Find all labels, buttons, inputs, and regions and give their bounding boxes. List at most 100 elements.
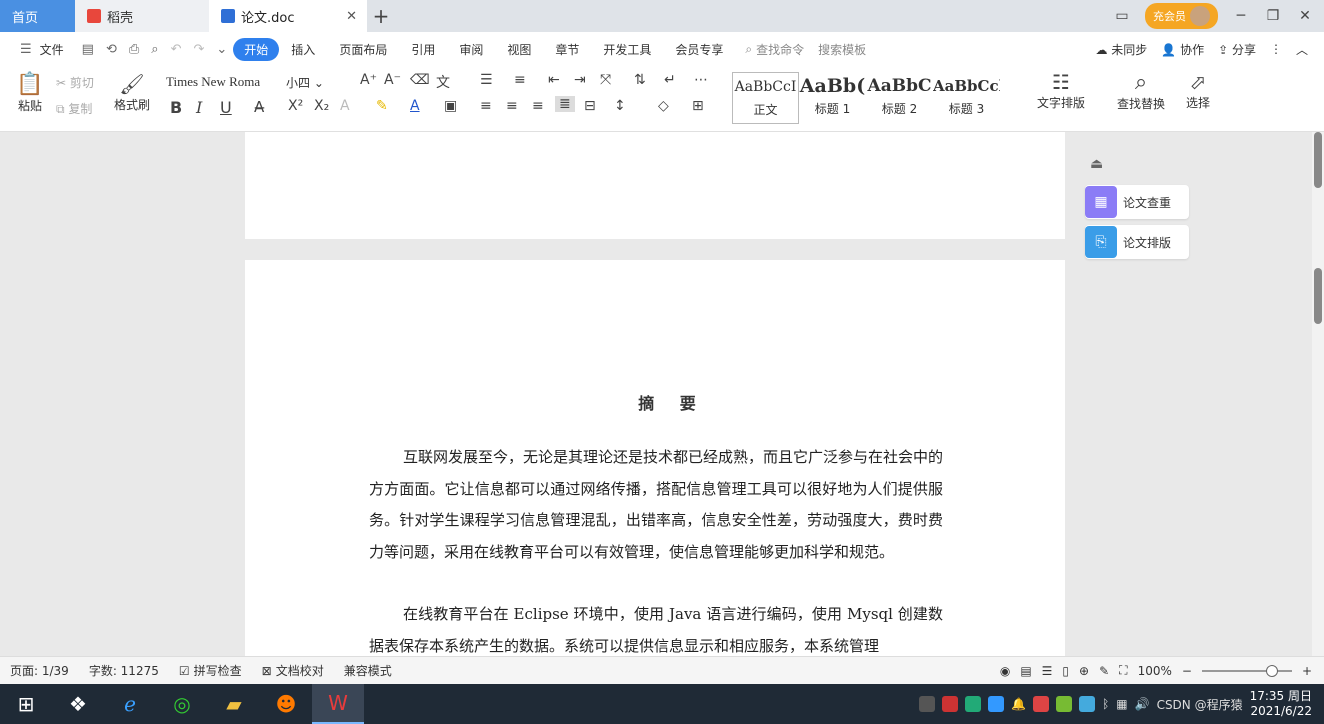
network-icon[interactable]: ▦ [1116, 697, 1127, 711]
copy-button[interactable]: ⧉ 复制 [56, 100, 92, 117]
new-tab-button[interactable]: + [367, 0, 395, 32]
outline-view-icon[interactable]: ☰ [1042, 664, 1053, 678]
text-effect-icon[interactable]: A [340, 98, 350, 114]
align-left-icon[interactable]: ≡ [480, 98, 492, 114]
tab-document[interactable]: 论文.doc ✕ [209, 0, 367, 32]
text-layout-button[interactable]: ☷ 文字排版 [1030, 70, 1092, 111]
page-count[interactable]: 页面: 1/39 [0, 662, 79, 679]
clock[interactable]: 17:35 周日 2021/6/22 [1250, 689, 1312, 719]
justify-icon[interactable]: ≣ [555, 96, 575, 112]
mascot-app-icon[interactable]: ☻ [260, 684, 312, 724]
tab-home[interactable]: 首页 [0, 0, 75, 32]
word-count[interactable]: 字数: 11275 [79, 662, 169, 679]
menu-chapter[interactable]: 章节 [543, 41, 591, 58]
command-search[interactable]: ⌕ 查找命令 搜索模板 [735, 41, 876, 58]
undo-history-icon[interactable]: ⟲ [100, 42, 123, 57]
volume-icon[interactable]: 🔊 [1135, 697, 1150, 711]
browser-360-icon[interactable]: ◎ [156, 684, 208, 724]
decrease-indent-icon[interactable]: ⇤ [548, 72, 560, 88]
menu-file[interactable]: 文件 [38, 41, 76, 58]
superscript-icon[interactable]: X² [288, 98, 303, 114]
close-window-icon[interactable]: ✕ [1296, 8, 1314, 24]
menu-page-layout[interactable]: 页面布局 [327, 41, 399, 58]
cut-button[interactable]: ✂ 剪切 [56, 74, 94, 91]
abstract-paragraph-2[interactable]: 在线教育平台在 Eclipse 环境中，使用 Java 语言进行编码，使用 My… [369, 599, 943, 656]
clear-format-icon[interactable]: ⌫ [410, 72, 430, 88]
style-heading-2[interactable]: AaBbC 标题 2 [866, 72, 933, 124]
print-preview-icon[interactable]: ⌕ [145, 42, 164, 57]
ie-browser-icon[interactable]: ℯ [104, 684, 156, 724]
wps-icon[interactable]: W [312, 684, 364, 724]
bold-icon[interactable]: B [170, 98, 182, 117]
vertical-scrollbar[interactable] [1312, 132, 1324, 656]
collab-button[interactable]: 👤 协作 [1161, 41, 1204, 58]
style-heading-1[interactable]: AaBb(标题 1 [799, 72, 866, 124]
tray-app-icon-6[interactable] [1079, 696, 1096, 712]
zoom-knob[interactable] [1265, 664, 1278, 677]
sync-status[interactable]: ☁ 未同步 [1095, 41, 1147, 58]
page-view-icon[interactable]: ▤ [1020, 664, 1031, 678]
doc-proof[interactable]: ⊠ 文档校对 [252, 662, 334, 679]
menu-home[interactable]: 开始 [233, 37, 280, 61]
paper-format-button[interactable]: ⎘ 论文排版 [1085, 225, 1189, 259]
borders-icon[interactable]: ⊞ [692, 98, 704, 114]
print-icon[interactable]: ⎙ [123, 42, 145, 57]
paste-button[interactable]: 📋 粘贴 [12, 72, 48, 114]
zoom-slider[interactable] [1201, 664, 1292, 677]
style-heading-3[interactable]: AaBbCcl 标题 3 [933, 72, 1000, 124]
zoom-in-icon[interactable]: + [1302, 664, 1312, 678]
font-color-icon[interactable]: A [410, 98, 420, 114]
bell-icon[interactable]: 🔔 [1011, 697, 1026, 711]
menu-member[interactable]: 会员专享 [663, 41, 735, 58]
increase-indent-icon[interactable]: ⇥ [574, 72, 586, 88]
underline-icon[interactable]: U [220, 98, 232, 117]
font-name-select[interactable]: Times New Roma [166, 74, 286, 90]
minimize-icon[interactable]: ─ [1232, 8, 1250, 24]
page-1[interactable] [245, 132, 1065, 239]
menu-references[interactable]: 引用 [399, 41, 447, 58]
restore-icon[interactable]: ❐ [1264, 8, 1282, 24]
highlight-icon[interactable]: ✎ [376, 98, 388, 114]
hamburger-icon[interactable]: ☰ [14, 42, 38, 57]
menu-view[interactable]: 视图 [495, 41, 543, 58]
panel-collapse-icon[interactable]: ⏏ [1090, 156, 1103, 172]
scrollbar-thumb[interactable] [1314, 268, 1322, 324]
distributed-icon[interactable]: ⊟ [584, 98, 596, 114]
format-painter-button[interactable]: 🖌 格式刷 [112, 72, 152, 113]
collapse-ribbon-icon[interactable]: ︿ [1296, 41, 1308, 58]
app-switch-icon[interactable]: ❖ [52, 684, 104, 724]
abstract-heading[interactable]: 摘 要 [0, 390, 1312, 414]
pen-icon[interactable]: ✎ [1099, 664, 1109, 678]
shrink-font-icon[interactable]: A⁻ [384, 72, 401, 88]
web-view-icon[interactable]: ⊕ [1079, 664, 1089, 678]
select-button[interactable]: ⬀ 选择 [1176, 70, 1220, 111]
tray-app-icon-2[interactable] [965, 696, 982, 712]
fit-icon[interactable]: ⛶ [1119, 663, 1127, 678]
align-right-icon[interactable]: ≡ [532, 98, 544, 114]
menu-developer[interactable]: 开发工具 [591, 41, 663, 58]
char-border-icon[interactable]: ▣ [444, 98, 457, 114]
zoom-out-icon[interactable]: − [1182, 664, 1192, 678]
bullet-list-icon[interactable]: ☰ [480, 72, 493, 88]
subscript-icon[interactable]: X₂ [314, 98, 329, 114]
phonetic-icon[interactable]: 文 [436, 72, 450, 92]
template-search-label[interactable]: 搜索模板 [818, 41, 866, 58]
tray-app-icon-4[interactable] [1033, 696, 1050, 712]
menu-review[interactable]: 审阅 [447, 41, 495, 58]
save-icon[interactable]: ▤ [76, 42, 100, 57]
vip-button[interactable]: 充会员 [1145, 3, 1218, 29]
more-icon[interactable]: ⋮ [1270, 42, 1282, 56]
scrollbar-top-thumb[interactable] [1314, 132, 1322, 188]
redo-icon[interactable]: ↷ [187, 42, 210, 57]
keyboard-icon[interactable] [919, 696, 936, 712]
numbered-list-icon[interactable]: ≡ [514, 72, 526, 88]
ruler-icon[interactable]: ⋯ [694, 72, 708, 88]
abstract-paragraph-1[interactable]: 互联网发展至今，无论是其理论还是技术都已经成熟，而且它广泛参与在社会中的方方面面… [369, 442, 943, 600]
more-chevron-icon[interactable]: ⌄ [210, 42, 233, 57]
layout-icon[interactable]: ▭ [1113, 8, 1131, 24]
strikethrough-icon[interactable]: A̶ [254, 98, 264, 116]
spell-check[interactable]: ☑ 拼写检查 [169, 662, 252, 679]
tab-daoke[interactable]: 稻壳 [75, 0, 209, 32]
find-replace-button[interactable]: ⌕ 查找替换 [1110, 70, 1172, 112]
eye-icon[interactable]: ◉ [1000, 664, 1010, 678]
